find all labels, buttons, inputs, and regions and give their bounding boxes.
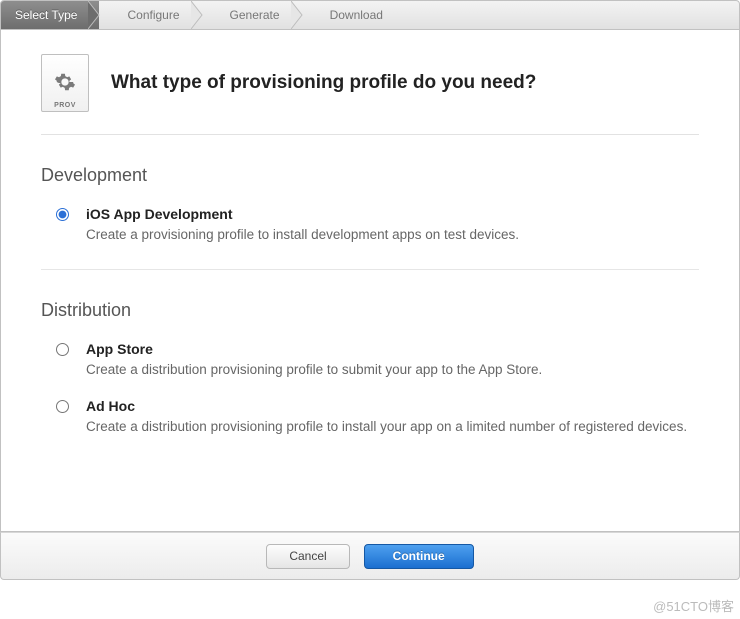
- step-download[interactable]: Download: [302, 1, 405, 29]
- wizard-steps: Select Type Configure Generate Download: [0, 0, 740, 30]
- option-ios-app-development[interactable]: iOS App Development Create a provisionin…: [41, 204, 699, 261]
- continue-button[interactable]: Continue: [364, 544, 474, 569]
- option-title: Ad Hoc: [86, 398, 699, 414]
- step-label: Configure: [127, 8, 179, 22]
- option-description: Create a distribution provisioning profi…: [86, 418, 699, 437]
- section-title-development: Development: [41, 165, 699, 186]
- option-description: Create a provisioning profile to install…: [86, 226, 699, 245]
- section-divider: [41, 269, 699, 270]
- step-label: Download: [330, 8, 383, 22]
- section-title-distribution: Distribution: [41, 300, 699, 321]
- panel-header: PROV What type of provisioning profile d…: [41, 54, 699, 135]
- radio-app-store[interactable]: [56, 343, 69, 356]
- step-label: Generate: [230, 8, 280, 22]
- footer-bar: Cancel Continue: [0, 532, 740, 580]
- gear-icon: [54, 71, 76, 96]
- option-description: Create a distribution provisioning profi…: [86, 361, 699, 380]
- step-generate[interactable]: Generate: [202, 1, 302, 29]
- page-title: What type of provisioning profile do you…: [111, 72, 536, 94]
- watermark-text: @51CTO博客: [653, 596, 734, 615]
- option-title: iOS App Development: [86, 206, 699, 222]
- option-title: App Store: [86, 341, 699, 357]
- radio-ios-app-development[interactable]: [56, 208, 69, 221]
- provisioning-profile-icon: PROV: [41, 54, 87, 112]
- main-panel: PROV What type of provisioning profile d…: [0, 30, 740, 532]
- step-select-type[interactable]: Select Type: [1, 1, 99, 29]
- icon-badge-text: PROV: [42, 102, 88, 109]
- cancel-button[interactable]: Cancel: [266, 544, 349, 569]
- option-app-store[interactable]: App Store Create a distribution provisio…: [41, 339, 699, 396]
- radio-ad-hoc[interactable]: [56, 400, 69, 413]
- step-configure[interactable]: Configure: [99, 1, 201, 29]
- option-ad-hoc[interactable]: Ad Hoc Create a distribution provisionin…: [41, 396, 699, 453]
- step-label: Select Type: [15, 8, 77, 22]
